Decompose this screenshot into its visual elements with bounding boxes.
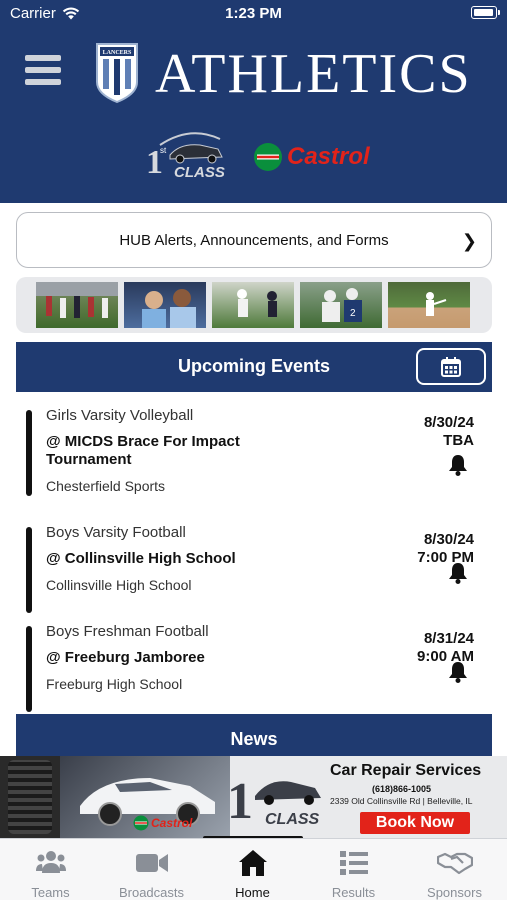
- event-datetime: 8/30/24 TBA: [424, 414, 474, 450]
- book-now-button[interactable]: Book Now: [360, 812, 470, 834]
- crest-text: LANCERS: [103, 50, 132, 56]
- event-indicator-bar: [26, 626, 32, 712]
- battery-icon: [471, 6, 500, 19]
- baseball-photo: [426, 292, 447, 316]
- event-date: 8/31/24: [423, 630, 474, 647]
- bell-icon[interactable]: [448, 454, 468, 476]
- photo-thumbnail[interactable]: 2: [300, 282, 382, 328]
- event-indicator-bar: [26, 527, 32, 613]
- ad-banner[interactable]: 1 CLASS Castrol Car Repair Services (618…: [0, 756, 507, 838]
- event-venue: Collinsville High School: [46, 577, 192, 593]
- bell-icon[interactable]: [448, 562, 468, 584]
- page-title: ATHLETICS: [155, 43, 472, 105]
- svg-text:2: 2: [350, 308, 356, 319]
- status-bar: Carrier 1:23 PM: [0, 0, 507, 28]
- castrol-wordmark: Castrol: [287, 143, 370, 170]
- list-icon: [339, 851, 368, 875]
- photo-thumbnail[interactable]: [36, 282, 118, 328]
- tire-image: [0, 756, 60, 838]
- tab-home[interactable]: Home: [202, 839, 303, 900]
- tab-sponsors[interactable]: Sponsors: [404, 839, 505, 900]
- castrol-sponsor-logo[interactable]: Castrol: [253, 140, 383, 174]
- event-item[interactable]: Boys Freshman Football @ Freeburg Jambor…: [16, 623, 492, 718]
- tab-label: Broadcasts: [118, 885, 185, 900]
- player-running-photo: [237, 289, 277, 317]
- event-item[interactable]: Boys Varsity Football @ Collinsville Hig…: [16, 524, 492, 619]
- ad-title: Car Repair Services: [330, 762, 482, 779]
- event-sport: Boys Freshman Football: [46, 623, 209, 640]
- tab-label: Home: [235, 885, 270, 900]
- calendar-icon: [441, 356, 461, 377]
- fans-photo: [142, 289, 196, 328]
- ad-logo-number: 1: [227, 773, 253, 830]
- home-icon: [238, 850, 267, 876]
- news-header: News: [16, 714, 492, 762]
- tab-broadcasts[interactable]: Broadcasts: [101, 839, 202, 900]
- event-venue: Chesterfield Sports: [46, 478, 166, 494]
- lancers-crest-logo: LANCERS: [96, 43, 138, 104]
- sponsor1-word: CLASS: [174, 164, 225, 181]
- menu-button[interactable]: [25, 55, 61, 85]
- bell-icon[interactable]: [448, 661, 468, 683]
- ad-logo-word: CLASS: [265, 811, 320, 828]
- people-icon: [35, 851, 66, 873]
- castrol-emblem-icon: [254, 143, 282, 171]
- event-date: 8/30/24: [423, 414, 474, 431]
- photo-thumbnail[interactable]: [388, 282, 470, 328]
- chevron-right-icon: ❯: [461, 231, 477, 251]
- menu-line: [25, 55, 61, 61]
- handshake-icon: [436, 852, 473, 875]
- menu-line: [25, 67, 61, 73]
- event-opponent: @ Freeburg Jamboree: [46, 649, 205, 666]
- sponsor1-suffix: st: [160, 146, 167, 155]
- photo-strip: 2: [16, 277, 492, 333]
- first-class-ad-logo: 1 CLASS: [227, 773, 321, 830]
- event-sport: Girls Varsity Volleyball: [46, 407, 194, 424]
- first-class-sponsor-logo[interactable]: 1 st CLASS: [140, 125, 232, 187]
- tab-teams[interactable]: Teams: [0, 839, 101, 900]
- event-opponent: @ MICDS Brace For Impact Tournament: [46, 433, 240, 468]
- status-time: 1:23 PM: [225, 5, 282, 22]
- ad-phone: (618)866-1005: [372, 784, 432, 794]
- event-date: 8/30/24: [423, 531, 474, 548]
- event-opponent: @ Collinsville High School: [46, 550, 236, 567]
- event-indicator-bar: [26, 410, 32, 496]
- castrol-emblem-icon: [133, 815, 149, 831]
- event-sport: Boys Varsity Football: [46, 524, 186, 541]
- first-class-logo-graphic: 1 st CLASS: [146, 132, 225, 181]
- app-header: Carrier 1:23 PM LANCERS ATHLETICS 1 st C…: [0, 0, 507, 203]
- tab-bar: Teams Broadcasts Home Results Sponsors: [0, 838, 507, 900]
- hub-alerts-button[interactable]: HUB Alerts, Announcements, and Forms ❯: [16, 212, 492, 268]
- photo-thumbnail[interactable]: [212, 282, 294, 328]
- calendar-button[interactable]: [416, 348, 486, 385]
- event-venue: Freeburg High School: [46, 676, 183, 692]
- ad-address: 2339 Old Collinsville Rd | Belleville, I…: [330, 796, 473, 806]
- upcoming-events-header: Upcoming Events: [16, 342, 492, 392]
- hub-alerts-label: HUB Alerts, Announcements, and Forms: [119, 231, 389, 249]
- event-time: TBA: [443, 432, 474, 449]
- photo-thumbnail[interactable]: [124, 282, 206, 328]
- tab-label: Sponsors: [427, 885, 482, 900]
- tackle-photo: 2: [322, 288, 362, 322]
- tab-label: Results: [331, 885, 376, 900]
- menu-line: [25, 79, 61, 85]
- football-game-photo: [36, 282, 118, 318]
- video-camera-icon: [135, 854, 168, 872]
- tab-label: Teams: [31, 885, 70, 900]
- tab-results[interactable]: Results: [303, 839, 404, 900]
- event-item[interactable]: Girls Varsity Volleyball @ MICDS Brace F…: [16, 407, 492, 502]
- ad-castrol-wordmark: Castrol: [151, 816, 193, 830]
